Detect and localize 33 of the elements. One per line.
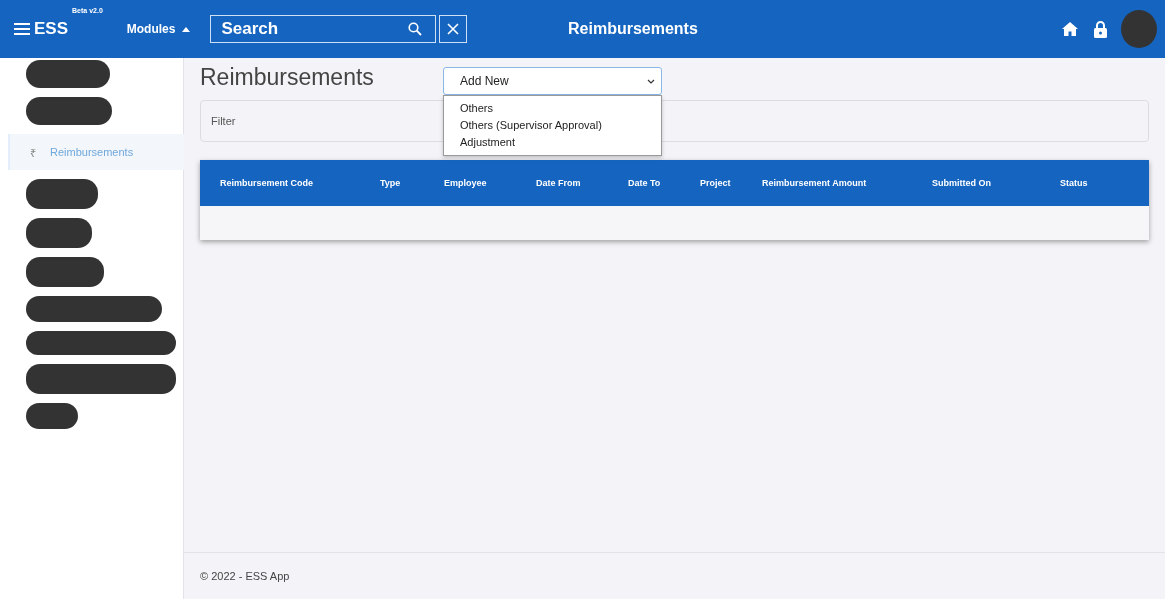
sidebar-item[interactable]: ₹ Reimbursements [8, 134, 184, 170]
dropdown-option[interactable]: Others (Supervisor Approval) [444, 117, 661, 134]
home-icon [1062, 22, 1078, 36]
add-new-dropdown[interactable]: Add New [443, 67, 662, 95]
column-header[interactable]: Reimbursement Amount [762, 178, 932, 188]
close-icon [447, 23, 460, 35]
column-header[interactable]: Status [1060, 178, 1140, 188]
home-button[interactable] [1060, 20, 1080, 38]
lock-icon [1094, 20, 1107, 38]
redaction-mark [26, 179, 98, 209]
caret-icon [182, 26, 191, 32]
column-header[interactable]: Type [380, 178, 444, 188]
redaction-mark [26, 403, 78, 429]
page-heading: Reimbursements [200, 64, 375, 91]
column-header[interactable]: Submitted On [932, 178, 1060, 188]
column-header[interactable]: Employee [444, 178, 536, 188]
dropdown-option[interactable]: Others [444, 100, 661, 117]
column-header[interactable]: Project [700, 178, 762, 188]
column-header[interactable]: Date To [628, 178, 700, 188]
search-field[interactable]: Search [210, 15, 437, 43]
footer-text: © 2022 - ESS App [200, 570, 290, 582]
modules-menu[interactable]: Modules [126, 22, 191, 36]
search-icon [408, 22, 423, 36]
menu-icon [14, 22, 30, 36]
close-button[interactable] [439, 15, 468, 43]
app-logo: ESS [34, 19, 69, 39]
column-header[interactable]: Date From [536, 178, 628, 188]
chevron-icon [647, 78, 655, 84]
menu-button[interactable]: ESS [14, 19, 69, 39]
page-title: Reimbursements [568, 20, 698, 38]
lock-button[interactable] [1092, 18, 1109, 40]
column-header[interactable]: Reimbursement Code [220, 178, 380, 188]
redaction-mark [26, 218, 92, 248]
